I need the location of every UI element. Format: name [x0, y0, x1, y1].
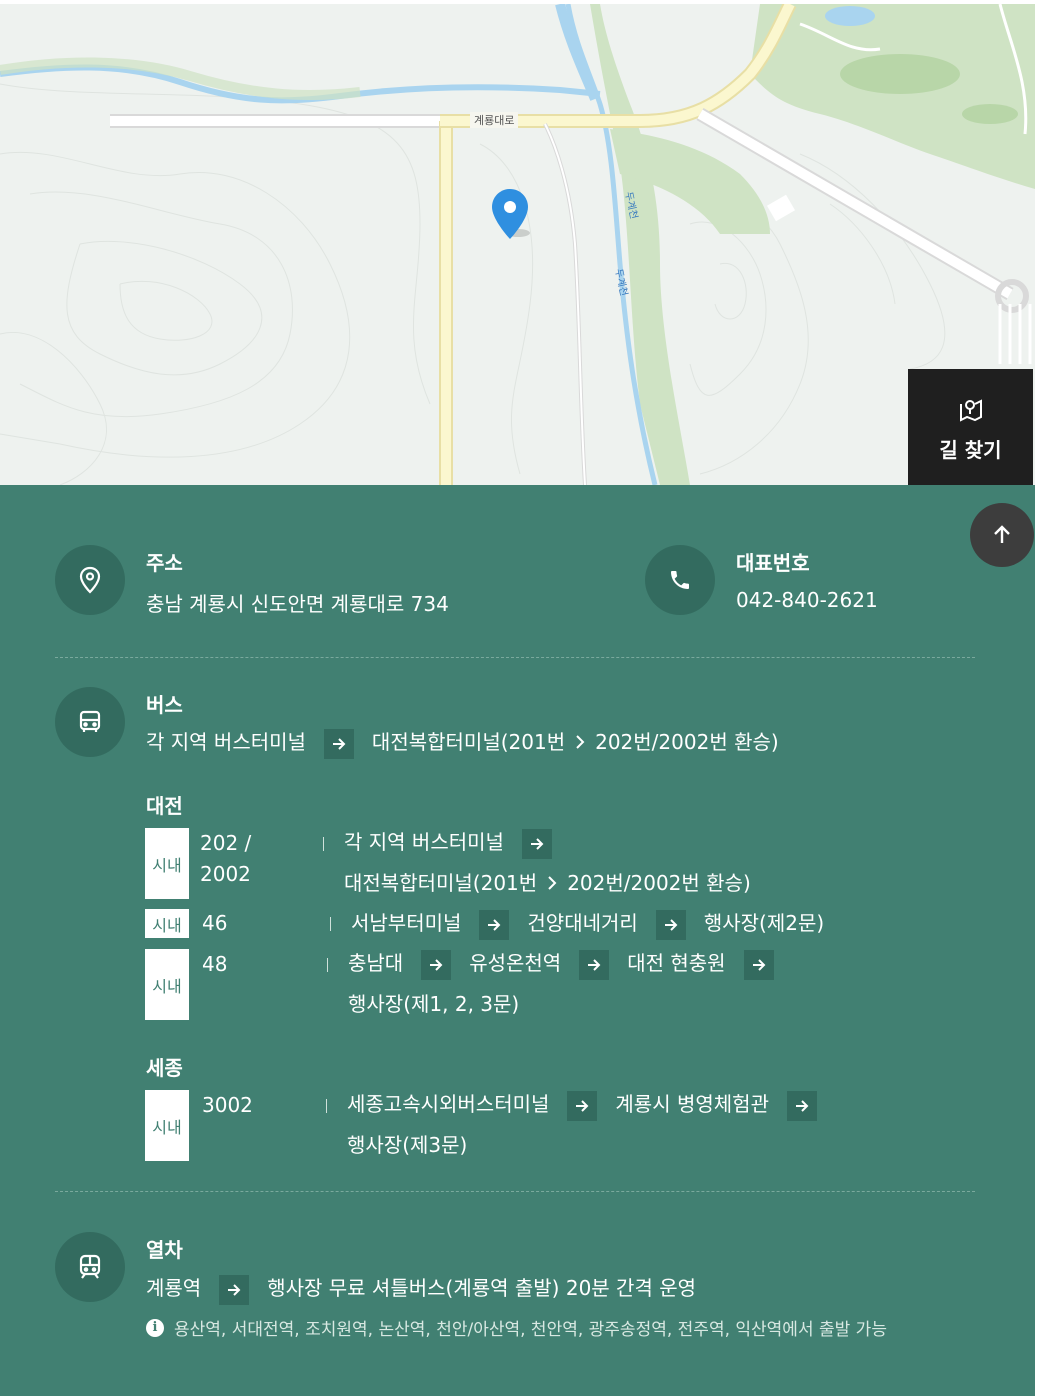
bus-route: 행사장(제3문) — [347, 1133, 468, 1157]
bus-route: 대전복합터미널(201번 202번/2002번 환승) — [344, 863, 751, 904]
bus-summary-transfer: 202번/2002번 환승) — [595, 730, 779, 754]
location-icon — [79, 566, 101, 594]
arrow-right-icon — [323, 728, 354, 759]
train-icon — [79, 1254, 101, 1279]
route-finder-button[interactable]: 길 찾기 — [908, 369, 1033, 485]
daejeon-title: 대전 — [146, 794, 183, 818]
map-background — [0, 4, 1035, 485]
bus-icon-circle — [55, 687, 125, 757]
bus-route: 충남대 유성온천역 대전 현충원 — [348, 943, 792, 984]
bus-number: 202 / — [200, 831, 252, 855]
city-bus-badge: 시내 — [145, 909, 189, 938]
address-value: 충남 계룡시 신도안면 계룡대로 734 — [146, 592, 449, 616]
bus-route: 세종고속시외버스터미널 계룡시 병영체험관 — [347, 1084, 835, 1125]
route-finder-label: 길 찾기 — [939, 437, 1002, 462]
stop: 대전복합터미널(201번 — [344, 871, 538, 895]
bus-number: 46 — [202, 911, 228, 935]
divider — [55, 657, 975, 658]
separator — [323, 837, 324, 851]
info-icon: i — [146, 1318, 164, 1337]
train-note-text: 용산역, 서대전역, 조치원역, 논산역, 천안/아산역, 천안역, 광주송정역… — [174, 1320, 887, 1340]
sejong-title: 세종 — [146, 1056, 183, 1080]
phone-value[interactable]: 042-840-2621 — [736, 588, 878, 612]
stop: 대전 현충원 — [627, 951, 726, 975]
stop: 각 지역 버스터미널 — [344, 830, 504, 854]
train-icon-circle — [55, 1232, 125, 1302]
bus-summary-terminal: 대전복합터미널(201번 — [371, 730, 566, 754]
city-bus-badge: 시내 — [145, 1090, 189, 1161]
stop: 세종고속시외버스터미널 — [347, 1092, 550, 1116]
bus-route: 행사장(제1, 2, 3문) — [348, 992, 520, 1016]
arrow-right-icon — [743, 949, 774, 980]
map-route-icon — [959, 398, 982, 422]
stop: 계룡시 병영체험관 — [615, 1092, 769, 1116]
stop: 202번/2002번 환승) — [567, 871, 751, 895]
bus-number: 3002 — [202, 1093, 253, 1117]
bus-route: 각 지역 버스터미널 — [344, 822, 570, 863]
scroll-top-button[interactable] — [970, 503, 1034, 567]
station: 계룡역 — [146, 1276, 202, 1300]
chevron-right-icon — [575, 725, 585, 759]
stop: 건양대네거리 — [527, 911, 638, 935]
bus-number: 48 — [202, 952, 228, 976]
bus-summary: 각 지역 버스터미널 대전복합터미널(201번 202번/2002번 환승) — [146, 725, 779, 759]
separator — [327, 958, 328, 972]
phone-icon-circle — [645, 545, 715, 615]
road-label: 계룡대로 — [470, 112, 519, 128]
arrow-right-icon — [219, 1274, 250, 1305]
arrow-right-icon — [655, 909, 686, 940]
arrow-right-icon — [579, 949, 610, 980]
stop: 행사장(제2문) — [703, 911, 825, 935]
arrow-right-icon — [521, 828, 552, 859]
phone-title: 대표번호 — [736, 551, 810, 575]
train-note: i 용산역, 서대전역, 조치원역, 논산역, 천안/아산역, 천안역, 광주송… — [146, 1315, 887, 1340]
separator — [326, 1099, 327, 1113]
stop: 충남대 — [348, 951, 404, 975]
shuttle-info: 행사장 무료 셔틀버스(계룡역 출발) 20분 간격 운영 — [267, 1276, 697, 1300]
location-icon-circle — [55, 545, 125, 615]
city-bus-badge: 시내 — [145, 949, 189, 1020]
stop: 유성온천역 — [469, 951, 562, 975]
bus-icon — [79, 710, 101, 732]
bus-title: 버스 — [146, 693, 183, 717]
divider — [55, 1191, 975, 1192]
train-title: 열차 — [146, 1238, 183, 1262]
arrow-right-icon — [786, 1090, 817, 1121]
map-view[interactable]: 계룡대로 두계천 두계천 길 찾기 — [0, 4, 1035, 485]
phone-icon — [671, 571, 689, 589]
arrow-right-icon — [567, 1090, 598, 1121]
arrow-up-icon — [994, 525, 1010, 543]
arrow-right-icon — [421, 949, 452, 980]
bus-summary-origin: 각 지역 버스터미널 — [146, 730, 306, 754]
chevron-right-icon — [547, 863, 557, 904]
address-title: 주소 — [146, 551, 183, 575]
stop: 서남부터미널 — [351, 911, 462, 935]
arrow-right-icon — [479, 909, 510, 940]
city-bus-badge: 시내 — [145, 828, 189, 899]
train-route: 계룡역 행사장 무료 셔틀버스(계룡역 출발) 20분 간격 운영 — [146, 1271, 696, 1305]
bus-route: 서남부터미널 건양대네거리 행사장(제2문) — [351, 903, 824, 944]
pin-icon[interactable] — [489, 187, 531, 243]
separator — [330, 917, 331, 931]
bus-number: 2002 — [200, 862, 251, 886]
